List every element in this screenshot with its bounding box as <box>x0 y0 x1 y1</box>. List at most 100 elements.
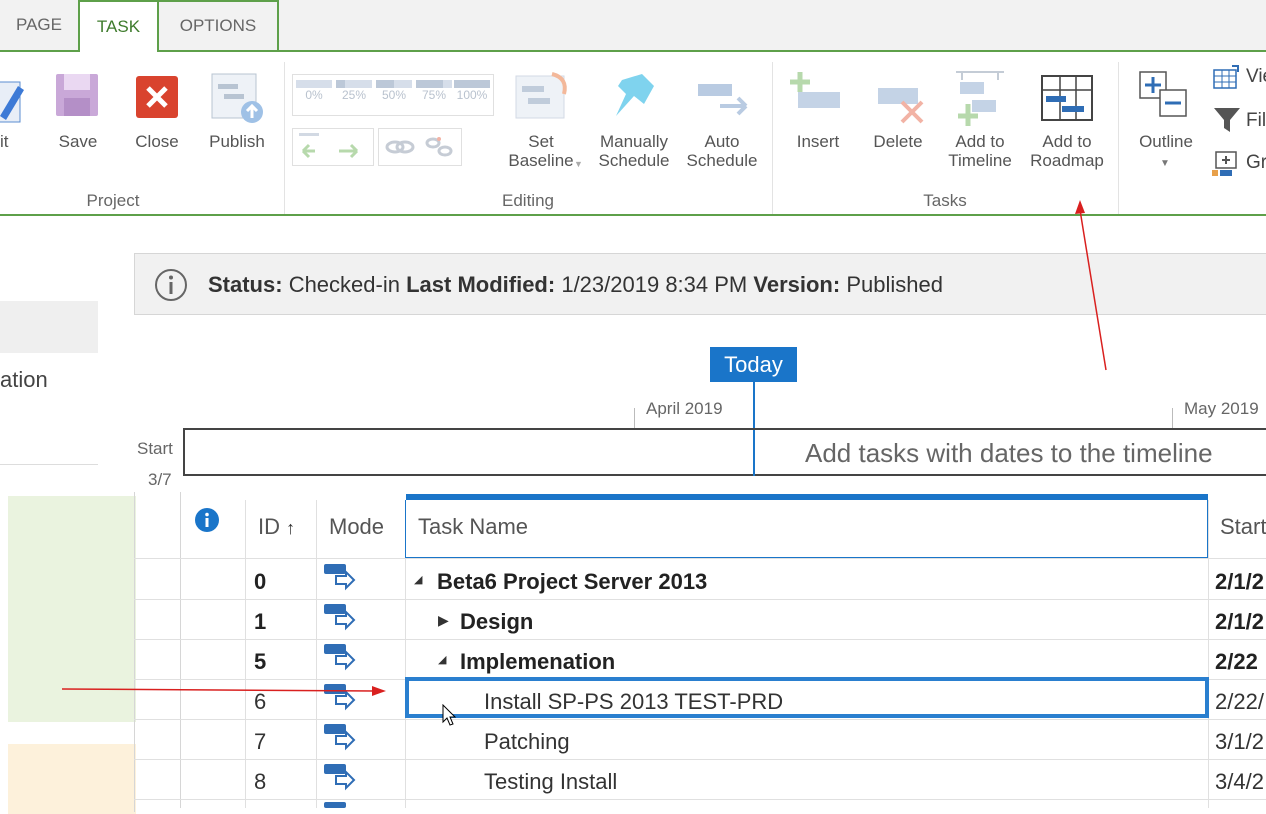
percent-25-button[interactable]: 25% <box>336 80 372 106</box>
collapse-icon[interactable]: ◢ <box>438 653 446 666</box>
filter-icon <box>1214 108 1240 132</box>
edit-button[interactable]: it <box>0 70 30 160</box>
group-by-button[interactable]: Gr <box>1212 148 1266 178</box>
collapse-icon[interactable]: ◢ <box>414 573 422 586</box>
outline-button[interactable]: Outline ▼ <box>1128 66 1204 176</box>
view-label: Vie <box>1246 66 1266 87</box>
auto-schedule-label-2: Schedule <box>686 151 758 170</box>
percent-75-button[interactable]: 75% <box>416 80 452 106</box>
task-start: 2/22 <box>1215 649 1258 674</box>
timeline-placeholder: Add tasks with dates to the timeline <box>805 438 1213 468</box>
outline-dropdown-icon: ▼ <box>1160 158 1170 169</box>
column-header-start[interactable]: Start <box>1220 514 1266 540</box>
save-icon <box>56 74 98 116</box>
auto-schedule-mode-icon <box>324 802 346 808</box>
percent-100-label: 100% <box>456 88 488 102</box>
percent-50-button[interactable]: 50% <box>376 80 412 106</box>
tab-options[interactable]: OPTIONS <box>157 0 279 50</box>
last-modified-value: 1/23/2019 8:34 PM <box>561 272 748 297</box>
tasks-group-label: Tasks <box>923 191 967 210</box>
task-name[interactable]: Design <box>460 609 533 635</box>
set-baseline-button[interactable]: Set Baseline ▼ <box>500 70 583 170</box>
mouse-cursor-icon <box>442 704 457 726</box>
close-button[interactable]: Close <box>128 70 186 160</box>
task-name[interactable]: Beta6 Project Server 2013 <box>437 569 707 595</box>
auto-schedule-mode-icon <box>324 764 356 791</box>
column-header-id[interactable]: ID ↑ <box>258 514 295 540</box>
timeline-tick <box>1172 408 1173 428</box>
outline-label: Outline <box>1139 132 1193 151</box>
row-divider <box>134 558 1266 559</box>
auto-schedule-button[interactable]: Auto Schedule <box>682 70 762 170</box>
col-divider <box>1208 500 1209 808</box>
row-divider <box>134 599 1266 600</box>
set-baseline-label-1: Set <box>528 132 554 151</box>
add-to-roadmap-button[interactable]: Add to Roadmap <box>1024 70 1110 170</box>
task-start: 3/4/2 <box>1215 769 1264 794</box>
add-to-timeline-label-2: Timeline <box>948 151 1012 170</box>
insert-label: Insert <box>796 132 840 151</box>
filter-label: Fil <box>1246 110 1266 131</box>
today-marker: Today <box>710 347 797 382</box>
close-icon <box>136 76 178 118</box>
publish-button[interactable]: Publish <box>204 70 270 160</box>
add-to-timeline-icon <box>956 71 1004 126</box>
left-nav-divider <box>0 464 98 465</box>
row-id: 6 <box>254 689 267 714</box>
indent-outdent-group <box>292 128 374 166</box>
indicators-column-info-icon[interactable] <box>194 507 220 533</box>
task-name[interactable]: Testing Install <box>484 769 617 795</box>
left-nav-item[interactable]: ation <box>0 367 48 393</box>
column-header-task-name[interactable]: Task Name <box>418 514 528 540</box>
version-value: Published <box>846 272 943 297</box>
group-by-icon <box>1212 151 1237 176</box>
save-button-label: Save <box>58 132 98 151</box>
filter-button[interactable]: Fil <box>1212 106 1266 134</box>
left-orange-tile <box>8 744 136 814</box>
left-green-tile <box>8 496 136 722</box>
ribbon-separator <box>1118 62 1119 214</box>
view-button[interactable]: Vie <box>1212 64 1266 92</box>
timeline-month-april: April 2019 <box>646 399 723 418</box>
edit-button-label: it <box>0 132 9 151</box>
link-unlink-group <box>378 128 462 166</box>
column-header-mode[interactable]: Mode <box>329 514 384 540</box>
outdent-indent-icon <box>299 133 359 159</box>
save-button[interactable]: Save <box>50 70 106 160</box>
auto-schedule-mode-icon <box>324 644 356 671</box>
add-to-timeline-button[interactable]: Add to Timeline <box>942 70 1018 170</box>
timeline-month-may: May 2019 <box>1184 399 1259 418</box>
timeline-tick <box>634 408 635 428</box>
task-name[interactable]: Implemenation <box>460 649 615 675</box>
manually-schedule-label-2: Schedule <box>598 151 670 170</box>
today-line-in-bar <box>753 430 755 476</box>
percent-75-label: 75% <box>421 88 447 102</box>
publish-button-label: Publish <box>209 132 265 151</box>
tab-task[interactable]: TASK <box>78 0 159 52</box>
percent-100-button[interactable]: 100% <box>454 80 490 106</box>
last-modified-key: Last Modified: <box>406 272 556 297</box>
left-nav-selected-item[interactable] <box>0 301 98 353</box>
timeline-start-date: 3/7 <box>148 470 172 489</box>
status-value: Checked-in <box>288 272 400 297</box>
tab-page[interactable]: PAGE <box>0 0 78 50</box>
row-divider <box>134 799 1266 800</box>
task-name[interactable]: Patching <box>484 729 570 755</box>
row-id: 0 <box>254 569 267 594</box>
insert-task-button[interactable]: Insert <box>786 70 850 160</box>
timeline-start-label: Start <box>137 439 173 458</box>
set-baseline-label-2: Baseline <box>508 151 574 170</box>
manually-schedule-button[interactable]: Manually Schedule <box>592 70 676 170</box>
insert-icon <box>790 72 840 108</box>
add-to-roadmap-label-2: Roadmap <box>1030 151 1104 170</box>
delete-icon <box>878 88 924 124</box>
auto-schedule-mode-icon <box>324 564 356 591</box>
percent-0-label: 0% <box>305 88 323 102</box>
percent-0-button[interactable]: 0% <box>296 80 332 106</box>
group-by-label: Gr <box>1246 152 1266 173</box>
task-name[interactable]: Install SP-PS 2013 TEST-PRD <box>484 689 783 715</box>
col-divider <box>316 500 317 808</box>
sort-ascending-icon: ↑ <box>286 518 296 538</box>
expand-icon[interactable]: ▶ <box>438 612 449 629</box>
delete-task-button[interactable]: Delete <box>866 70 930 160</box>
